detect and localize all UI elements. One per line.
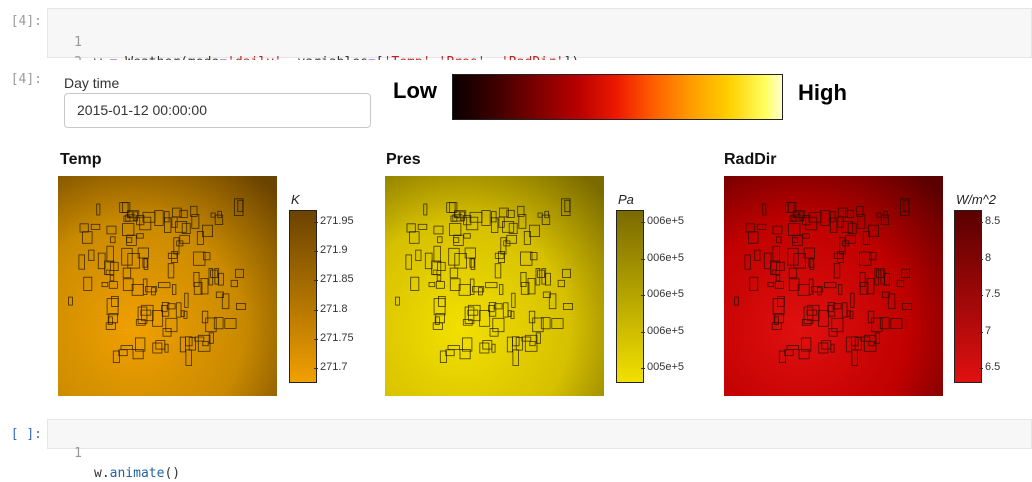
colorbar-temp: [289, 210, 317, 383]
colorbar-unit-raddir: W/m^2: [956, 192, 997, 207]
colorbar-unit-temp: K: [291, 192, 300, 207]
colorbar-tick-label: 8: [985, 251, 992, 264]
output-prompt: [4]:: [10, 72, 42, 87]
colorbar-tick: [979, 368, 983, 369]
colorbar-tick: [979, 222, 983, 223]
colorbar-tick-label: 271.8: [320, 302, 348, 315]
colorbar-high-label: High: [798, 80, 847, 105]
code-cell-1[interactable]: 1 w = Weather(mode='daily', variables=['…: [47, 8, 1032, 90]
map-title-pres: Pres: [386, 151, 421, 168]
colorbar-tick-label: 006e+5: [647, 251, 685, 264]
colorbar-tick: [641, 295, 645, 296]
colorbar-tick: [314, 280, 318, 282]
line-number: 1: [74, 446, 82, 461]
code-text: w.animate(): [94, 464, 180, 482]
colorbar-tick-label: 271.85: [320, 273, 354, 286]
map-background: [385, 176, 604, 396]
colorbar-low-label: Low: [393, 78, 437, 103]
map-title-raddir: RadDir: [724, 151, 777, 168]
colorbar-tick-label: 271.75: [320, 331, 354, 344]
colorbar-tick-label: 271.7: [320, 361, 348, 373]
colorbar-gradient: [452, 74, 783, 120]
colorbar-tick-label: 006e+5: [647, 215, 685, 227]
colorbar-tick: [641, 331, 645, 333]
map-image-pres: [385, 176, 604, 396]
map-background: [58, 176, 277, 396]
colorbar-tick-label: 271.9: [320, 244, 348, 257]
map-background: [724, 176, 943, 396]
colorbar-unit-pres: Pa: [618, 192, 634, 207]
code-line: 1 w.animate(): [48, 424, 180, 481]
colorbar-tick: [314, 222, 318, 223]
code-cell-2[interactable]: 1 w.animate(): [47, 419, 1032, 481]
map-image-temp: [58, 176, 277, 396]
colorbar-tick-label: 7.5: [985, 288, 1001, 300]
colorbar-tick: [979, 295, 983, 296]
colorbar-tick-label: 8.5: [985, 215, 1001, 227]
colorbar-tick: [314, 338, 318, 340]
map-title-temp: Temp: [60, 151, 102, 168]
cell-2-prompt: [ ]:: [10, 427, 42, 442]
colorbar-tick: [641, 258, 645, 260]
daytime-label: Day time: [64, 75, 120, 91]
colorbar-pres: [616, 210, 644, 383]
cell-1-prompt: [4]:: [10, 14, 42, 29]
colorbar-tick-label: 6.5: [985, 361, 1001, 373]
colorbar-tick-label: 006e+5: [647, 288, 685, 300]
colorbar-tick: [314, 368, 318, 369]
colorbar-tick-label: 7: [985, 324, 992, 337]
daytime-input[interactable]: 2015-01-12 00:00:00: [64, 93, 371, 128]
colorbar-tick-label: 005e+5: [647, 361, 685, 373]
code-token: animate: [109, 466, 165, 481]
widget-output: Day time 2015-01-12 00:00:00 Low High Te…: [47, 60, 1032, 415]
colorbar-tick: [979, 258, 983, 260]
colorbar-tick-label: 271.95: [320, 215, 354, 227]
code-line: 2 w.view(): [48, 33, 156, 90]
code-line: 1 w = Weather(mode='daily', variables=['…: [48, 13, 579, 70]
code-token: (): [164, 466, 181, 481]
colorbar-tick: [979, 331, 983, 333]
colorbar-tick: [641, 222, 645, 223]
colorbar-tick: [314, 309, 318, 311]
code-token: w.: [94, 466, 110, 481]
colorbar-tick: [314, 251, 318, 253]
colorbar-tick-label: 006e+5: [647, 324, 685, 337]
colorbar-tick: [641, 368, 645, 369]
colorbar-raddir: [954, 210, 982, 383]
map-image-raddir: [724, 176, 943, 396]
